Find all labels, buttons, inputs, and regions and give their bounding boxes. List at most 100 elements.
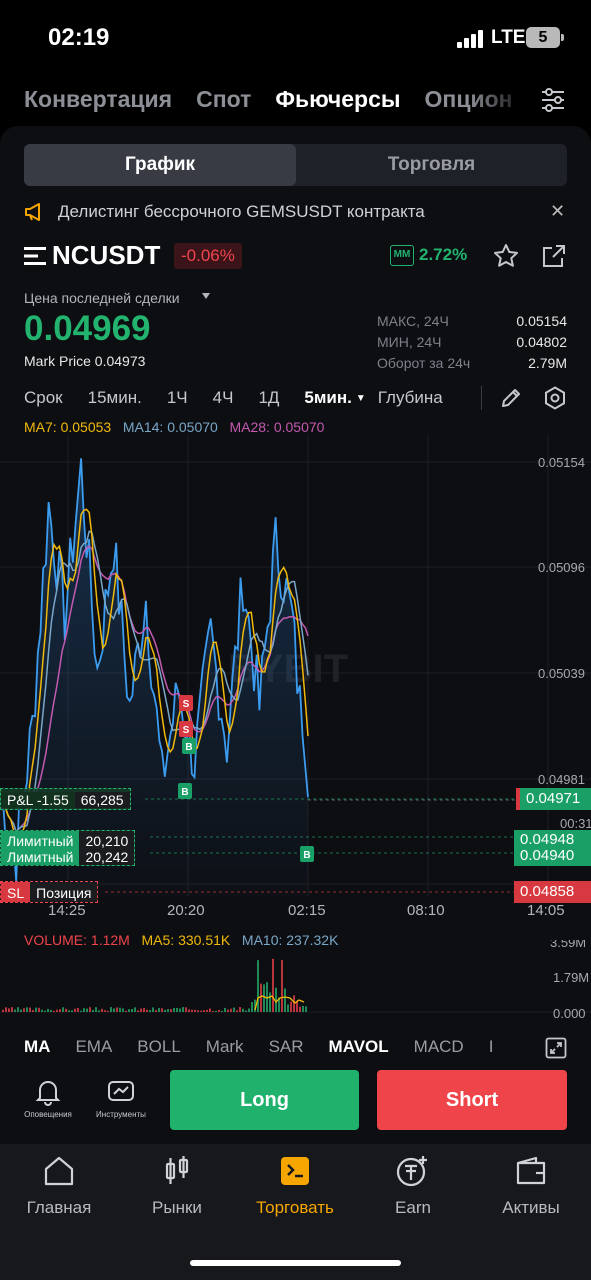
volume-bar bbox=[137, 1010, 139, 1012]
limit-qtys: 20,210 20,242 bbox=[79, 831, 135, 865]
gear-icon[interactable] bbox=[543, 386, 567, 410]
tab-spot[interactable]: Спот bbox=[196, 86, 251, 118]
pencil-icon[interactable] bbox=[500, 387, 522, 409]
ma7-value: MA7: 0.05053 bbox=[24, 419, 112, 435]
volume-bar bbox=[143, 1008, 145, 1012]
nav-earn[interactable]: Earn bbox=[354, 1150, 472, 1218]
ind-mavol[interactable]: MAVOL bbox=[329, 1037, 389, 1061]
long-button[interactable]: Long bbox=[170, 1070, 359, 1130]
tf-caret-icon[interactable]: ▼ bbox=[356, 393, 366, 404]
product-tabs: Конвертация Спот Фьючерсы Опцион bbox=[24, 86, 513, 118]
volume-bar bbox=[26, 1007, 28, 1012]
tab-futures[interactable]: Фьючерсы bbox=[275, 86, 400, 118]
volume-bar bbox=[200, 1010, 202, 1012]
stat-turnover-value: 2.79M bbox=[528, 355, 567, 371]
ind-macd[interactable]: MACD bbox=[414, 1037, 464, 1061]
stat-turnover-label: Оборот за 24ч bbox=[377, 355, 471, 371]
ind-ema[interactable]: EMA bbox=[75, 1037, 112, 1061]
sl-label: SL bbox=[1, 882, 31, 902]
tf-1h[interactable]: 1Ч bbox=[167, 388, 188, 408]
stat-high-value: 0.05154 bbox=[516, 313, 567, 329]
volume-bar bbox=[140, 1008, 142, 1012]
x-tick: 14:05 bbox=[527, 902, 565, 919]
close-icon[interactable]: ✕ bbox=[550, 201, 565, 222]
star-icon[interactable] bbox=[492, 242, 520, 270]
volume-bar bbox=[164, 1009, 166, 1012]
tf-period[interactable]: Срок bbox=[24, 388, 63, 408]
ind-boll[interactable]: BOLL bbox=[137, 1037, 180, 1061]
trade-icon bbox=[281, 1157, 309, 1185]
tf-15m[interactable]: 15мин. bbox=[88, 388, 142, 408]
sl-price-tag: 0.04858 bbox=[514, 881, 591, 903]
volume-bar bbox=[173, 1008, 175, 1012]
volume-bar bbox=[14, 1009, 16, 1012]
tf-5m[interactable]: 5мин. bbox=[304, 388, 351, 408]
limit-label: Лимитный bbox=[7, 833, 74, 849]
last-price-label[interactable]: Цена последней сделки bbox=[24, 290, 180, 306]
ind-ma[interactable]: MA bbox=[24, 1037, 50, 1061]
limit-orders-tag[interactable]: Лимитный Лимитный 20,210 20,242 bbox=[0, 830, 136, 866]
volume-bar bbox=[206, 1009, 208, 1012]
volume-bar bbox=[149, 1010, 151, 1012]
volume-bar bbox=[2, 1009, 4, 1012]
volume-bar bbox=[107, 1010, 109, 1012]
sell-marker-label: S bbox=[183, 725, 190, 736]
short-button[interactable]: Short bbox=[377, 1070, 567, 1130]
alerts-tool[interactable]: Оповещения bbox=[18, 1078, 78, 1119]
share-icon[interactable] bbox=[540, 242, 568, 270]
mark-price-label: Mark Price bbox=[24, 353, 91, 369]
ind-more[interactable]: I bbox=[489, 1037, 494, 1061]
volume-bar bbox=[122, 1008, 124, 1012]
volume-bar bbox=[236, 1010, 238, 1012]
volume-bar bbox=[86, 1008, 88, 1012]
volume-bar bbox=[62, 1007, 64, 1012]
settings-sliders-icon[interactable] bbox=[538, 85, 568, 115]
volume-bar bbox=[92, 1010, 94, 1012]
bell-icon bbox=[35, 1081, 61, 1106]
expand-icon[interactable] bbox=[545, 1037, 567, 1059]
ind-mark[interactable]: Mark bbox=[206, 1037, 244, 1061]
tools-icon bbox=[108, 1081, 134, 1101]
tools-label: Инструменты bbox=[96, 1110, 146, 1119]
volume-chart[interactable]: 3.59M 1.79M 0.000 bbox=[0, 940, 591, 1020]
volume-bar bbox=[230, 1008, 232, 1012]
volume-bar bbox=[239, 1007, 241, 1012]
nav-markets[interactable]: Рынки bbox=[118, 1150, 236, 1218]
volume-bar bbox=[125, 1010, 127, 1012]
volume-bar bbox=[47, 1008, 49, 1012]
nav-home[interactable]: Главная bbox=[0, 1150, 118, 1218]
nav-assets[interactable]: Активы bbox=[472, 1150, 590, 1218]
volume-bar bbox=[35, 1007, 37, 1012]
tf-1d[interactable]: 1Д bbox=[258, 388, 279, 408]
volume-bar bbox=[155, 1010, 157, 1012]
tools-tool[interactable]: Инструменты bbox=[91, 1078, 151, 1119]
symbol-name[interactable]: NCUSDT bbox=[52, 240, 160, 271]
volume-bar bbox=[188, 1009, 190, 1012]
volume-bar bbox=[53, 1010, 55, 1012]
sl-tag[interactable]: SL Позиция bbox=[0, 881, 99, 903]
caret-down-icon[interactable] bbox=[202, 293, 210, 299]
volume-bar bbox=[302, 1005, 304, 1012]
current-price-tag: 0.04971 bbox=[516, 788, 591, 810]
tab-trade[interactable]: Торговля bbox=[296, 144, 567, 186]
volume-bar bbox=[221, 1010, 223, 1012]
volume-bar bbox=[158, 1007, 160, 1012]
pnl-qty: 66,285 bbox=[74, 792, 130, 808]
pnl-tag[interactable]: P&L -1.55 66,285 bbox=[0, 788, 131, 810]
stat-low-label: МИН, 24Ч bbox=[377, 334, 442, 350]
nav-home-label: Главная bbox=[26, 1198, 92, 1217]
volume-bar bbox=[131, 1008, 133, 1012]
nav-trade[interactable]: Торговать bbox=[236, 1150, 354, 1218]
volume-bar bbox=[233, 1007, 235, 1012]
tf-depth[interactable]: Глубина bbox=[378, 388, 443, 408]
volume-bar bbox=[5, 1007, 7, 1012]
buy-marker-label: B bbox=[185, 742, 192, 753]
tab-chart[interactable]: График bbox=[24, 144, 296, 186]
notice-text[interactable]: Делистинг бессрочного GEMSUSDT контракта bbox=[58, 202, 425, 222]
last-price: 0.04969 bbox=[24, 309, 151, 348]
limit2-price: 0.04940 bbox=[520, 847, 575, 864]
tab-convert[interactable]: Конвертация bbox=[24, 86, 172, 118]
volume-bar bbox=[299, 1006, 301, 1012]
tf-4h[interactable]: 4Ч bbox=[213, 388, 234, 408]
ind-sar[interactable]: SAR bbox=[269, 1037, 304, 1061]
